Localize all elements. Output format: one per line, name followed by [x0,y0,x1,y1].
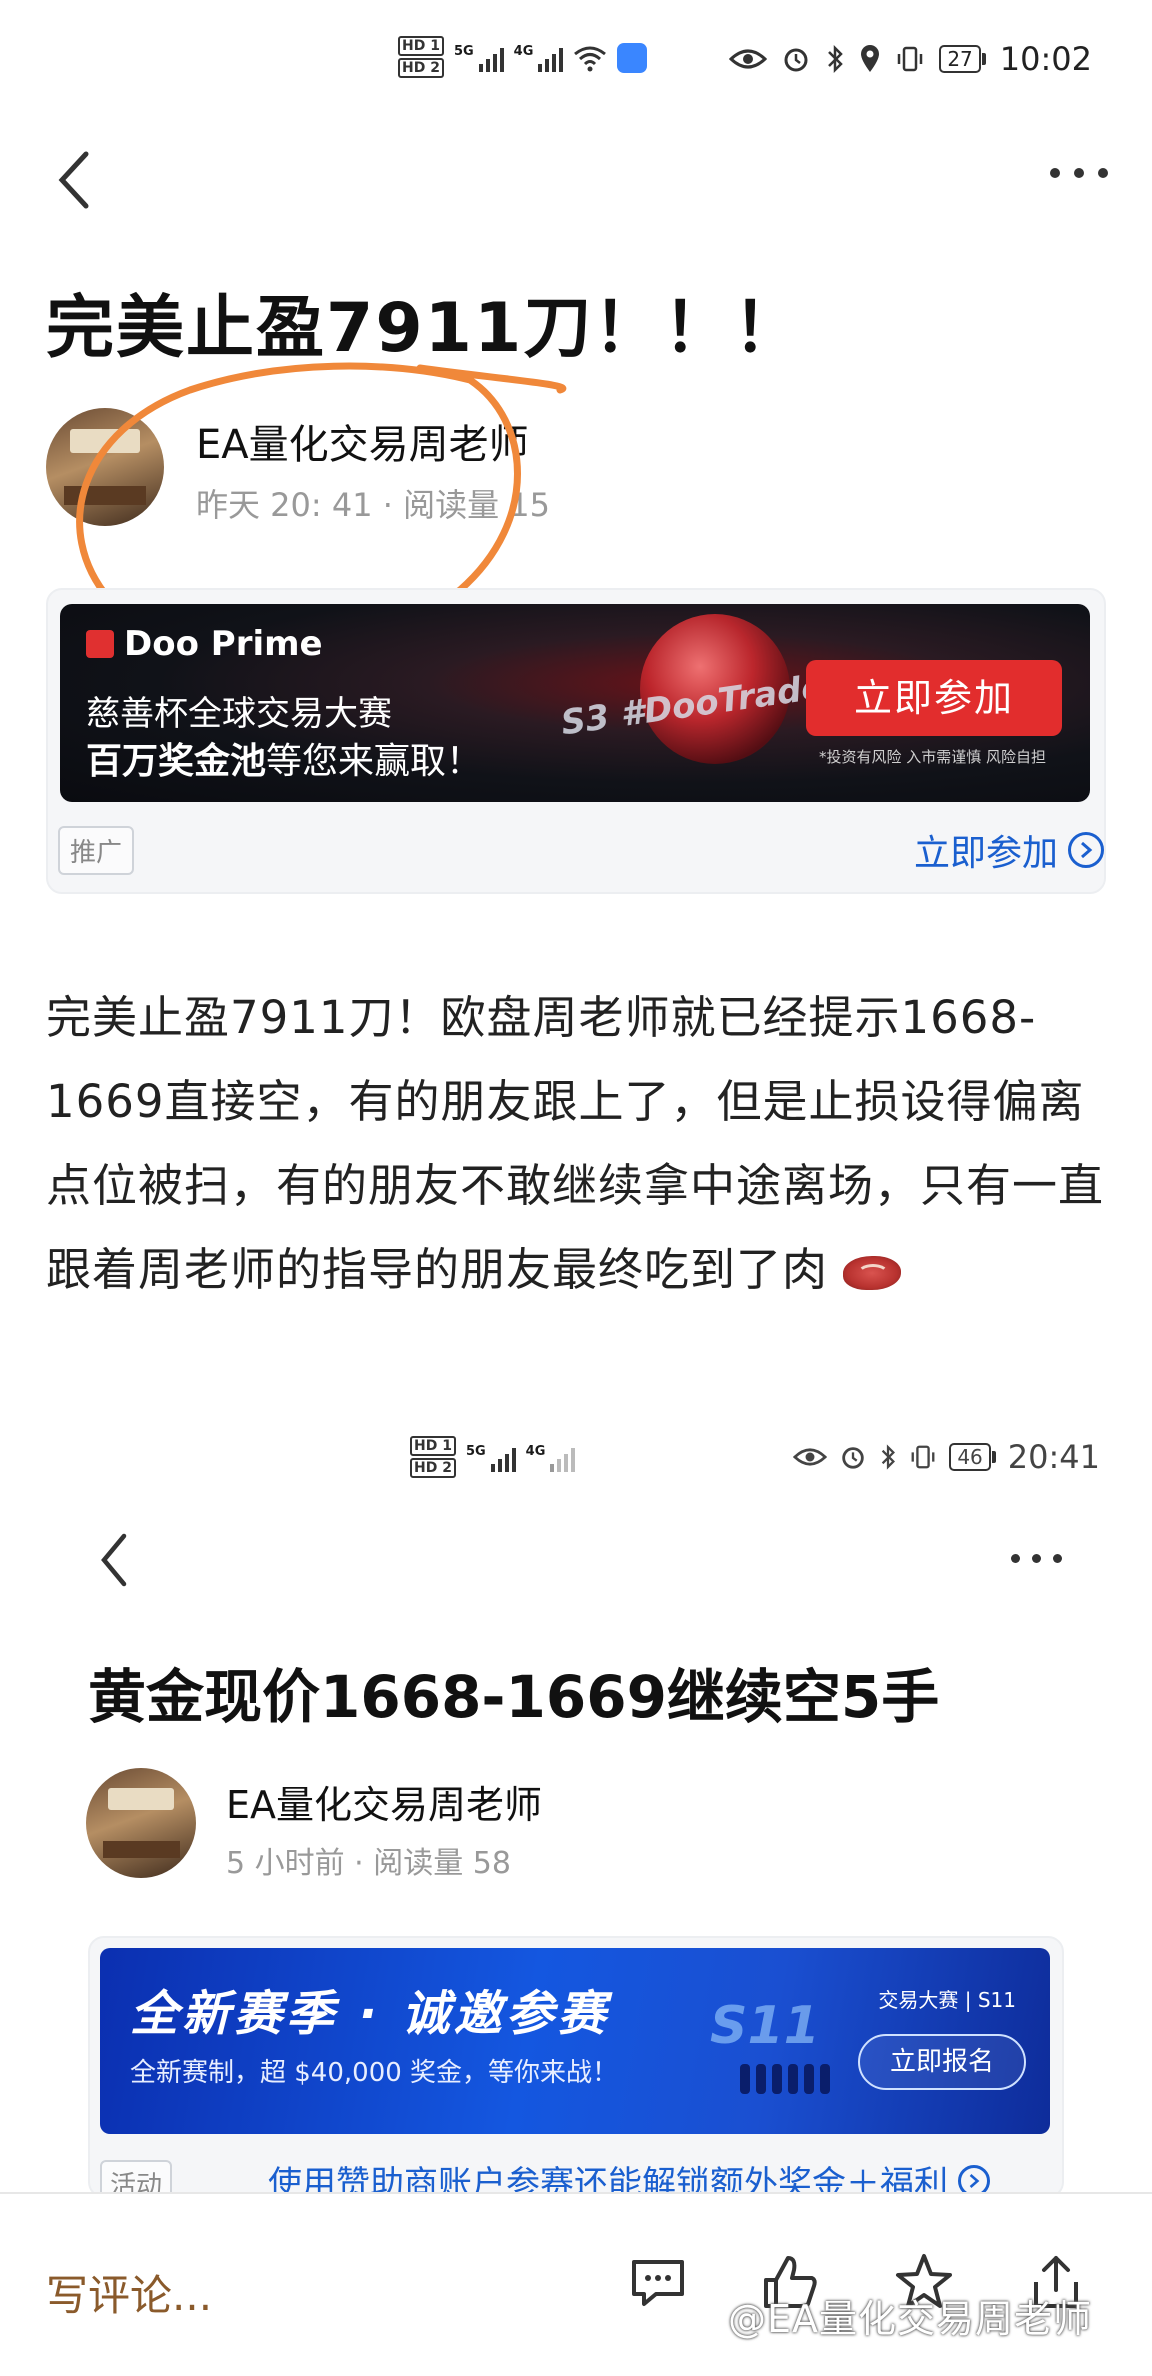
sim-badges: HD 1 HD 2 [398,36,444,80]
brand-logo: Doo Prime [86,624,323,664]
contest-headline: 全新赛季 · 诚邀参赛 [130,1986,610,2042]
bluetooth-icon [828,44,844,74]
sim1-badge: HD 1 [398,36,444,56]
embedded-system-icons: 46 20:41 [793,1438,1100,1476]
post-meta: 昨天 20: 41 · 阅读量 15 [196,486,550,524]
signal-5g-icon: 5G [454,44,504,72]
embedded-vibrate-icon [911,1445,935,1469]
vibrate-icon [898,46,923,72]
author-name[interactable]: EA量化交易周老师 [196,412,529,470]
runners-graphic [740,2064,830,2094]
alarm-icon [784,48,808,72]
risk-disclaimer: *投资有风险 入市需谨慎 风险自担 [818,748,1046,766]
back-arrow-icon[interactable] [56,150,92,210]
network-indicators: HD 1 HD 2 5G 4G [398,36,648,80]
more-options-icon[interactable] [1050,168,1108,178]
post-body: 完美止盈7911刀！欧盘周老师就已经提示1668-1669直接空，有的朋友跟上了… [46,991,1105,1296]
meat-emoji-icon [843,1256,902,1290]
watermark-text: @EA量化交易周老师 [728,2297,1093,2341]
system-status-icons: 27 10:02 [729,40,1092,78]
post-title: 完美止盈7911刀！！！ [46,289,804,368]
comment-input[interactable]: 写评论... [46,2262,212,2323]
trading-contest-banner: 全新赛季 · 诚邀参赛 全新赛制，超 $40,000 奖金，等你来战！ S11 … [100,1948,1050,2134]
embedded-post-meta: 5 小时前 · 阅读量 58 [226,1846,511,1881]
clock: 10:02 [999,40,1092,78]
embedded-sim1-badge: HD 1 [410,1436,456,1456]
author-avatar[interactable] [46,408,164,526]
embedded-sim2-badge: HD 2 [410,1458,456,1478]
register-now-button: 立即报名 [858,2034,1026,2090]
banner-line2: 百万奖金池等您来赢取！ [86,741,483,782]
wifi-icon [574,46,607,72]
embedded-author-name: EA量化交易周老师 [226,1783,543,1827]
contest-brand: 交易大赛 | S11 [878,1988,1016,2012]
embedded-battery-icon: 46 [949,1443,996,1471]
banner-line1: 慈善杯全球交易大赛 [86,694,392,734]
join-now-link[interactable]: 立即参加 [914,824,1104,876]
embedded-more-options-icon [1011,1554,1062,1563]
season-label: S11 [710,1996,820,2056]
embedded-post-title: 黄金现价1668-1669继续空5手 [88,1663,940,1731]
embedded-eye-icon [793,1448,828,1466]
location-icon [861,45,880,72]
contest-subline: 全新赛制，超 $40,000 奖金，等你来战！ [130,2058,619,2088]
signal-4g-icon: 4G [514,44,564,72]
eye-icon [729,49,768,69]
comment-icon[interactable] [626,2250,690,2314]
embedded-back-arrow-icon [101,1533,127,1587]
embedded-signal-5g-icon: 5G [466,1444,516,1472]
banner-cta-button[interactable]: 立即参加 [806,660,1062,736]
doo-prime-banner[interactable]: Doo Prime 慈善杯全球交易大赛 百万奖金池等您来赢取！ S3 #DooT… [60,604,1090,802]
embedded-alarm-icon [842,1447,865,1469]
embedded-clock: 20:41 [1007,1438,1100,1476]
embedded-signal-4g-icon: 4G [526,1444,576,1472]
sim2-badge: HD 2 [398,58,444,78]
status-bar: HD 1 HD 2 5G 4G 27 10:02 [0,0,1152,130]
app-notification-icon [617,43,648,73]
chevron-right-icon [1068,832,1104,868]
embedded-author-avatar [86,1768,196,1878]
promotion-tag: 推广 [58,826,135,875]
embedded-bluetooth-icon [882,1444,896,1470]
battery-icon: 27 [939,45,986,73]
